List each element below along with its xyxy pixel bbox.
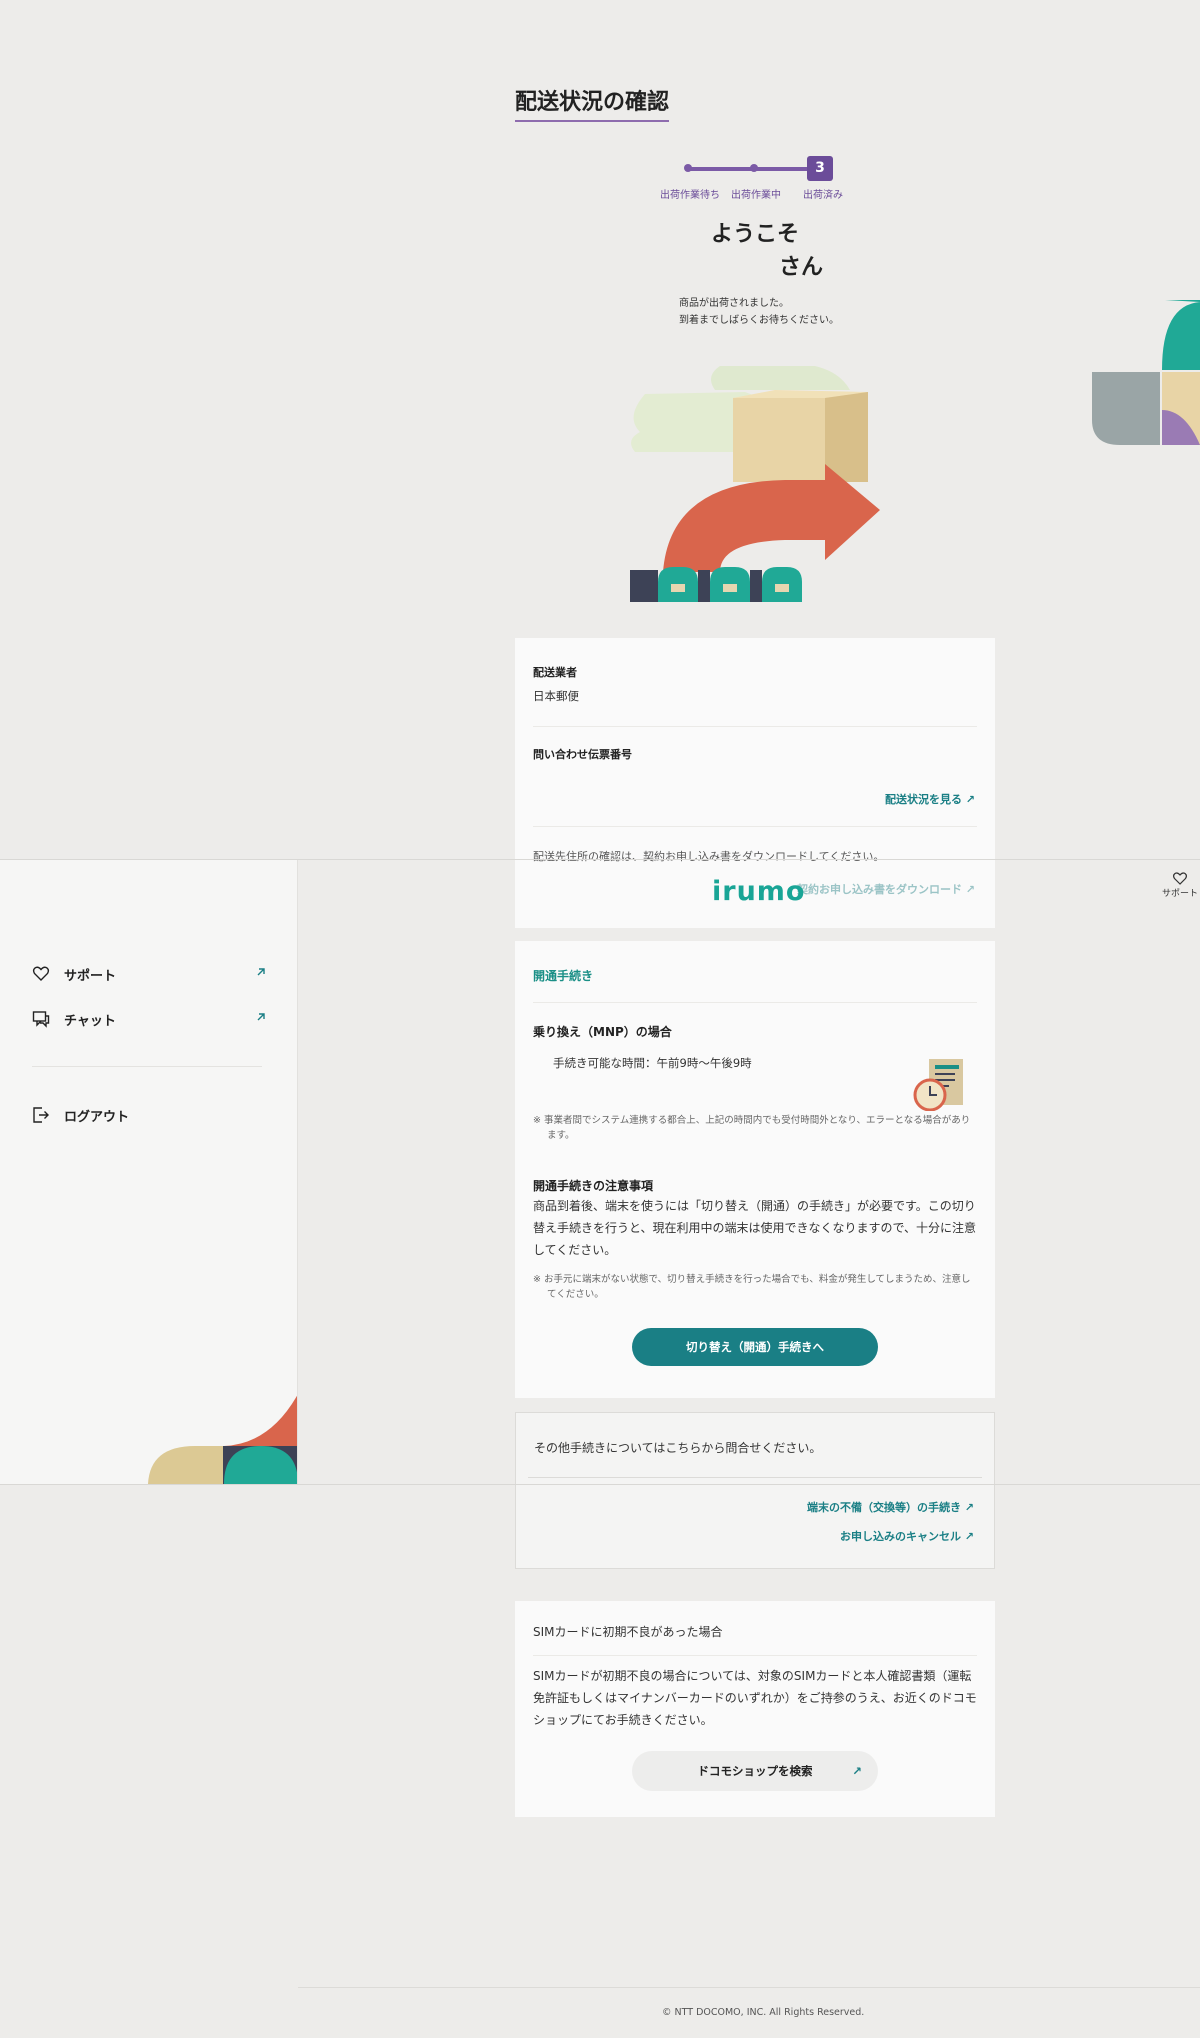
tracking-status-link[interactable]: 配送状況を見る (885, 791, 975, 807)
copyright: © NTT DOCOMO, INC. All Rights Reserved. (662, 2007, 865, 2018)
activation-title: 開通手続き (533, 969, 594, 983)
external-link-icon: ↗ (852, 1764, 862, 1778)
divider (533, 1002, 977, 1003)
caution-heading: 開通手続きの注意事項 (533, 1179, 654, 1193)
irumo-logo[interactable]: irumo (712, 876, 805, 907)
sim-heading: SIMカードに初期不良があった場合 (533, 1625, 723, 1639)
sidebar-decoration (148, 1395, 297, 1484)
clock-document-icon (913, 1059, 963, 1111)
heart-icon (1173, 872, 1187, 885)
sidebar-divider (32, 1066, 262, 1067)
message-line-1: 商品が出荷されました。 (679, 298, 789, 309)
sim-body: SIMカードが初期不良の場合については、対象のSIMカードと本人確認書類（運転免… (533, 1669, 977, 1728)
caution-body: 商品到着後、端末を使うには「切り替え（開通）の手続き」が必要です。この切り替え手… (533, 1199, 977, 1258)
caution-note: ※ お手元に端末がない状態で、切り替え手続きを行った場合でも、料金が発生してしま… (533, 1274, 971, 1301)
step-1-label: 出荷作業待ち (660, 190, 720, 201)
step-3-label: 出荷済み (803, 190, 843, 201)
step-2-dot (750, 164, 758, 172)
sidebar-item-support[interactable]: サポート (32, 959, 267, 989)
docomo-shop-search-button[interactable]: ドコモショップを検索 ↗ (632, 1751, 878, 1791)
title-underline (515, 120, 669, 122)
logout-icon (33, 1107, 49, 1123)
header-support-button[interactable]: サポート (1160, 872, 1200, 899)
divider (533, 1655, 977, 1656)
step-1-dot (684, 164, 692, 172)
sidebar: サポート チャット ログアウト (0, 860, 298, 1484)
other-intro: その他手続きについてはこちらから問合せください。 (534, 1441, 822, 1455)
page-title: 配送状況の確認 (515, 90, 670, 115)
docomo-shop-search-label: ドコモショップを検索 (697, 1764, 813, 1778)
sidebar-item-logout[interactable]: ログアウト (32, 1100, 267, 1130)
overlay-bottom-rule (0, 1484, 1200, 1485)
honorific-text: さん (779, 255, 824, 280)
hours-text: 手続き可能な時間：午前9時〜午後9時 (553, 1056, 752, 1070)
progress-steps: 3 出荷作業待ち 出荷作業中 出荷済み (656, 152, 850, 204)
sidebar-item-label: ログアウト (64, 1109, 130, 1125)
divider (533, 826, 977, 827)
other-procedures-card: その他手続きについてはこちらから問合せください。 端末の不備（交換等）の手続き … (515, 1412, 995, 1569)
step-3-badge: 3 (807, 156, 833, 181)
sidebar-item-chat[interactable]: チャット (32, 1004, 267, 1034)
sim-defect-card: SIMカードに初期不良があった場合 SIMカードが初期不良の場合については、対象… (515, 1601, 995, 1817)
device-defect-link[interactable]: 端末の不備（交換等）の手続き (807, 1499, 974, 1515)
cancel-application-link[interactable]: お申し込みのキャンセル (840, 1528, 974, 1544)
divider (528, 1477, 982, 1478)
external-link-icon (257, 968, 265, 976)
activation-button[interactable]: 切り替え（開通）手続きへ (632, 1328, 878, 1366)
footer-divider (298, 1987, 1200, 1988)
tracking-label: 問い合わせ伝票番号 (533, 748, 632, 761)
activation-card: 開通手続き 乗り換え（MNP）の場合 手続き可能な時間：午前9時〜午後9時 ※ … (515, 941, 995, 1398)
chat-icon (32, 1011, 50, 1028)
header-support-label: サポート (1161, 889, 1198, 899)
sidebar-item-label: サポート (64, 968, 117, 984)
step-2-label: 出荷作業中 (731, 190, 781, 201)
carrier-label: 配送業者 (533, 666, 577, 679)
sidebar-item-label: チャット (64, 1013, 116, 1029)
mnp-heading: 乗り換え（MNP）の場合 (533, 1025, 672, 1039)
message-line-2: 到着までしばらくお待ちください。 (679, 315, 839, 326)
divider (533, 726, 977, 727)
hours-note: ※ 事業者間でシステム連携する都合上、上記の時間内でも受付時間外となり、エラーと… (533, 1115, 971, 1142)
shipping-illustration (630, 366, 880, 602)
welcome-text: ようこそ (711, 222, 800, 247)
decorative-shapes (1092, 300, 1200, 445)
external-link-icon (257, 1013, 265, 1021)
heart-icon (32, 966, 50, 981)
carrier-value: 日本郵便 (533, 689, 579, 703)
